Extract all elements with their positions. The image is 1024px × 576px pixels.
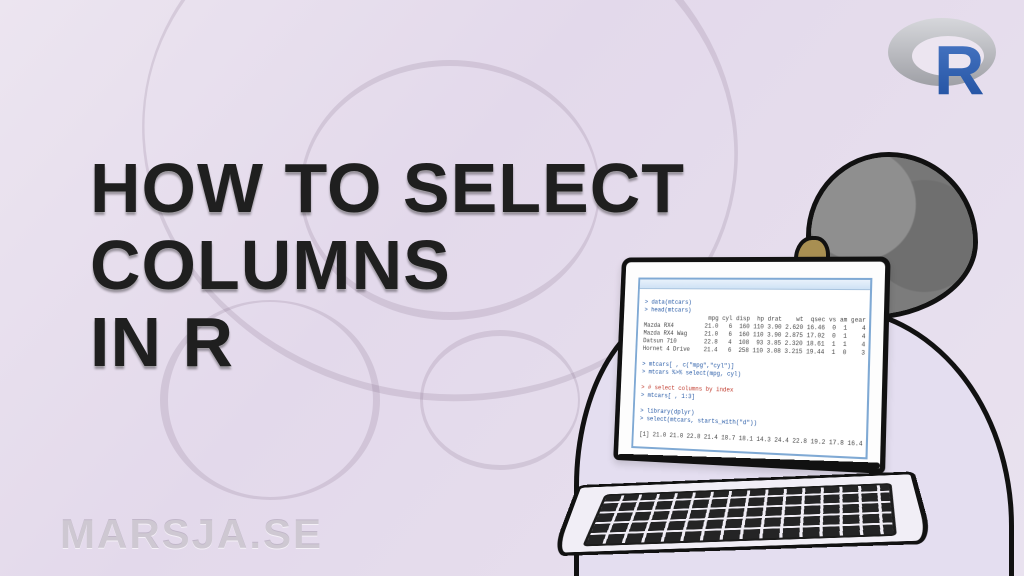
code-line: > select(mtcars, starts_with("d")) [640, 415, 757, 427]
code-window: > data(mtcars) > head(mtcars) mpg cyl di… [631, 278, 872, 460]
code-line: > data(mtcars) [645, 299, 692, 306]
code-line: > head(mtcars) [644, 306, 691, 313]
code-line: > mtcars[ , 1:3] [641, 392, 695, 401]
laptop-base [550, 471, 934, 556]
person-at-laptop-illustration: > data(mtcars) > head(mtcars) mpg cyl di… [544, 116, 1024, 576]
code-line: [1] 21.0 21.0 22.8 21.4 18.7 18.1 14.3 2… [639, 431, 872, 450]
laptop-screen: > data(mtcars) > head(mtcars) mpg cyl di… [613, 256, 890, 473]
site-watermark: MARSJA.SE [60, 510, 323, 558]
r-language-logo-icon: R [884, 12, 1004, 104]
code-window-body: > data(mtcars) > head(mtcars) mpg cyl di… [639, 291, 866, 457]
code-line: > mtcars %>% select(mpg, cyl) [642, 368, 741, 378]
laptop: > data(mtcars) > head(mtcars) mpg cyl di… [559, 250, 930, 576]
r-logo-letter: R [934, 31, 985, 104]
laptop-keyboard [582, 483, 897, 546]
